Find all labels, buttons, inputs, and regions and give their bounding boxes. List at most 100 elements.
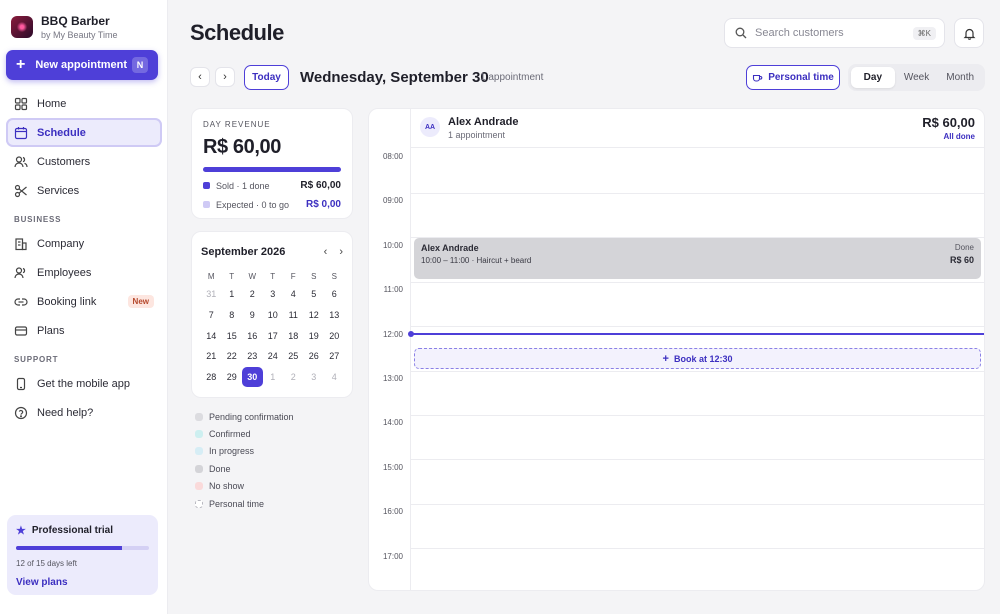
calendar-day[interactable]: 1 [263,367,284,388]
calendar-day[interactable]: 2 [242,284,263,305]
sidebar-item-help[interactable]: Need help? [6,398,162,427]
legend-label: Done [209,463,231,474]
event-price: R$ 60 [949,255,974,265]
calendar-day[interactable]: 19 [304,325,325,346]
event-detail: 10:00 – 11:00 · Haircut + beard [421,256,532,265]
book-slot-button[interactable]: + Book at 12:30 [414,348,981,369]
prev-day-button[interactable]: ‹ [190,67,210,87]
calendar-day[interactable]: 26 [304,346,325,367]
revenue-label: DAY REVENUE [203,120,271,129]
brand-subtitle: by My Beauty Time [41,29,118,40]
status-legend: Pending confirmation Confirmed In progress… [195,408,294,512]
calendar-day[interactable]: 27 [324,346,345,367]
appointment-block[interactable]: Alex Andrade 10:00 – 11:00 · Haircut + b… [414,238,981,279]
calendar-day[interactable]: 3 [263,284,284,305]
calendar-day[interactable]: 25 [283,346,304,367]
calendar-day[interactable]: 14 [201,325,222,346]
calendar-day[interactable]: 6 [324,284,345,305]
calendar-day[interactable]: 10 [263,305,284,326]
view-toggle: Day Week Month [848,64,985,91]
calendar-day[interactable]: 13 [324,305,345,326]
sold-label: Sold · 1 done [216,180,270,191]
mini-calendar: September 2026 ‹ › M T W T F S S 31 1 2 3 4 5 6 7 8 9 10 1… [191,231,353,398]
staff-appointments: 1 appointment [448,130,506,140]
sidebar: BBQ Barber by My Beauty Time + New appoi… [0,0,168,614]
calendar-day[interactable]: 4 [324,367,345,388]
calendar-icon [14,126,28,140]
schedule-toolbar: ‹ › Today Wednesday, September 30 1 appo… [190,64,985,91]
sidebar-item-home[interactable]: Home [6,89,162,118]
home-icon [14,97,28,111]
calendar-day[interactable]: 31 [201,284,222,305]
trial-title: Professional trial [31,525,114,536]
calendar-next-month[interactable]: › [339,246,343,258]
calendar-day[interactable]: 9 [242,305,263,326]
legend-item: Done [195,460,294,477]
calendar-day[interactable]: 15 [222,325,243,346]
legend-label: Confirmed [209,429,251,440]
sidebar-nav: Home Schedule Customers Services BUSINES… [0,89,168,427]
calendar-day[interactable]: 2 [283,367,304,388]
trial-progress-bar [16,546,149,550]
coffee-icon [752,72,763,83]
sidebar-item-booking-link[interactable]: Booking link New [6,287,162,316]
view-month-button[interactable]: Month [938,67,982,88]
weekday-label: W [248,272,257,281]
notifications-button[interactable] [954,18,984,48]
sidebar-item-schedule[interactable]: Schedule [6,118,162,147]
calendar-day[interactable]: 17 [263,325,284,346]
legend-swatch [195,430,203,439]
sidebar-item-customers[interactable]: Customers [6,147,162,176]
calendar-day[interactable]: 30 [242,366,263,388]
next-day-button[interactable]: › [215,67,235,87]
calendar-day[interactable]: 16 [242,325,263,346]
sold-amount: R$ 60,00 [300,180,341,191]
hour-label: 16:00 [382,507,403,517]
calendar-day[interactable]: 7 [201,305,222,326]
today-button[interactable]: Today [244,65,289,90]
calendar-day[interactable]: 12 [304,305,325,326]
brand[interactable]: BBQ Barber by My Beauty Time [0,0,167,40]
calendar-day[interactable]: 1 [222,284,243,305]
event-status: Done [954,243,974,252]
sidebar-item-company[interactable]: Company [6,229,162,258]
calendar-day[interactable]: 11 [283,305,304,326]
view-plans-link[interactable]: View plans [16,577,149,588]
weekday-label: T [270,272,276,281]
calendar-day[interactable]: 4 [283,284,304,305]
help-icon [14,406,28,420]
calendar-day[interactable]: 29 [222,367,243,388]
search-input[interactable]: Search customers [755,27,844,39]
calendar-day[interactable]: 28 [201,367,222,388]
calendar-day[interactable]: 3 [304,367,325,388]
calendar-day[interactable]: 5 [304,284,325,305]
calendar-day[interactable]: 8 [222,305,243,326]
calendar-day[interactable]: 18 [283,325,304,346]
hour-gridline [411,459,984,461]
bell-icon [963,27,976,40]
calendar-day[interactable]: 22 [222,346,243,367]
sidebar-item-services[interactable]: Services [6,176,162,205]
legend-label: Personal time [209,498,265,509]
legend-item: Personal time [195,495,294,512]
weekday-label: S [331,272,337,281]
view-day-button[interactable]: Day [851,67,895,88]
calendar-day[interactable]: 23 [242,346,263,367]
calendar-day[interactable]: 24 [263,346,284,367]
trial-progress-fill [16,546,123,550]
sidebar-item-employees[interactable]: Employees [6,258,162,287]
calendar-day[interactable]: 21 [201,346,222,367]
view-week-button[interactable]: Week [895,67,939,88]
calendar-day[interactable]: 20 [324,325,345,346]
sidebar-item-label: Booking link [37,295,97,308]
new-appointment-button[interactable]: + New appointment N [6,50,158,80]
calendar-prev-month[interactable]: ‹ [324,246,328,258]
personal-time-button[interactable]: Personal time [746,65,840,90]
brand-name: BBQ Barber [41,13,110,28]
revenue-value: R$ 60,00 [203,136,281,158]
search-box[interactable]: Search customers ⌘K [724,18,945,48]
sidebar-item-mobile-app[interactable]: Get the mobile app [6,369,162,398]
search-shortcut: ⌘K [912,26,936,40]
event-customer: Alex Andrade [421,243,479,253]
sidebar-item-plans[interactable]: Plans [6,316,162,345]
